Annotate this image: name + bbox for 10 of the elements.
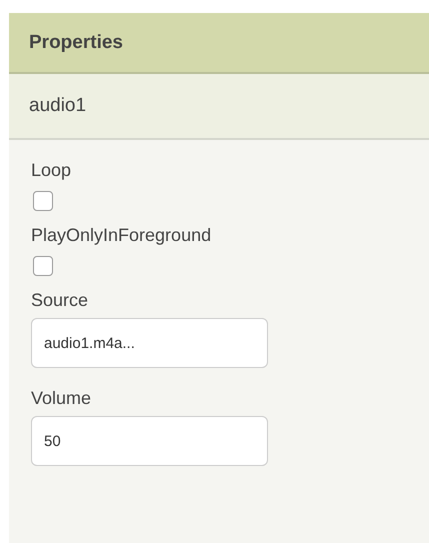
property-label: Loop <box>31 159 72 182</box>
text-field[interactable]: 50 <box>31 416 268 466</box>
property-label: PlayOnlyInForeground <box>31 224 212 247</box>
component-name: audio1 <box>29 95 86 117</box>
property-label: Source <box>31 289 88 312</box>
property-label: Volume <box>31 387 92 410</box>
checkbox[interactable] <box>33 191 53 211</box>
checkbox[interactable] <box>33 256 53 276</box>
panel-title: Properties <box>29 32 123 54</box>
text-field[interactable]: audio1.m4a... <box>31 318 268 368</box>
